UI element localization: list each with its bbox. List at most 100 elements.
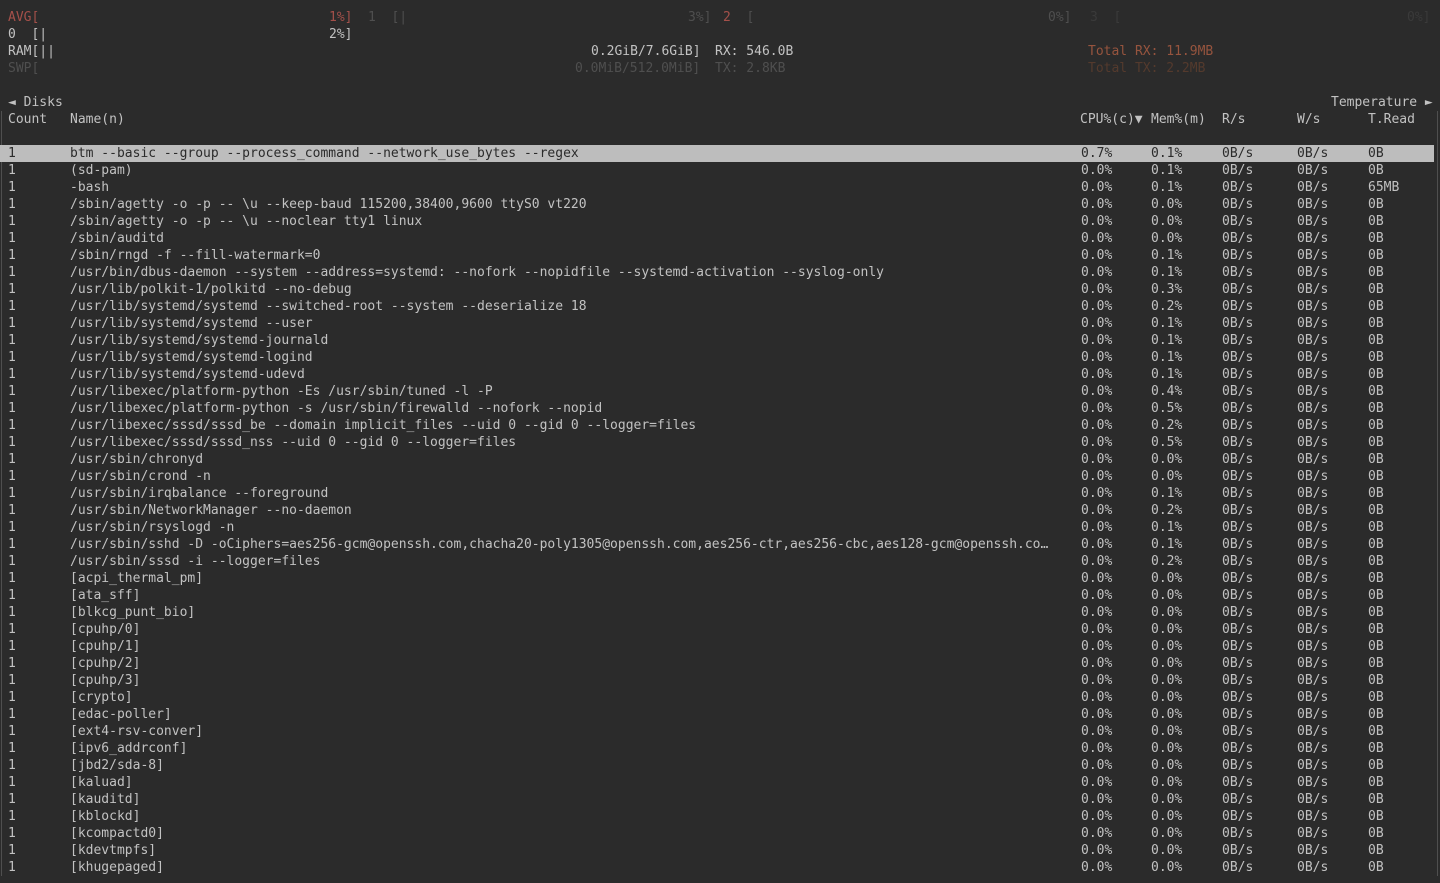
cpu0-percent: 2%]	[329, 26, 352, 43]
process-row[interactable]: 1(sd-pam)0.0%0.1%0B/s0B/s0B	[0, 162, 1434, 179]
process-row[interactable]: 1[cpuhp/3]0.0%0.0%0B/s0B/s0B	[0, 672, 1434, 689]
cell-ws: 0B/s	[1297, 519, 1328, 536]
process-row[interactable]: 1/usr/lib/systemd/systemd-udevd0.0%0.1%0…	[0, 366, 1434, 383]
cell-name: /usr/lib/polkit-1/polkitd --no-debug	[70, 281, 1074, 298]
process-row[interactable]: 1btm --basic --group --process_command -…	[0, 145, 1434, 162]
process-row[interactable]: 1/usr/sbin/sshd -D -oCiphers=aes256-gcm@…	[0, 536, 1434, 553]
process-row[interactable]: 1[kaluad]0.0%0.0%0B/s0B/s0B	[0, 774, 1434, 791]
cell-rs: 0B/s	[1222, 281, 1253, 298]
process-row[interactable]: 1/sbin/rngd -f --fill-watermark=00.0%0.1…	[0, 247, 1434, 264]
process-row[interactable]: 1[edac-poller]0.0%0.0%0B/s0B/s0B	[0, 706, 1434, 723]
process-row[interactable]: 1/usr/lib/systemd/systemd-logind0.0%0.1%…	[0, 349, 1434, 366]
cell-ws: 0B/s	[1297, 859, 1328, 876]
process-row[interactable]: 1[acpi_thermal_pm]0.0%0.0%0B/s0B/s0B	[0, 570, 1434, 587]
process-row[interactable]: 1/usr/sbin/crond -n0.0%0.0%0B/s0B/s0B	[0, 468, 1434, 485]
cell-mem: 0.0%	[1151, 825, 1182, 842]
cell-tread: 0B	[1368, 553, 1384, 570]
process-row[interactable]: 1[crypto]0.0%0.0%0B/s0B/s0B	[0, 689, 1434, 706]
process-row[interactable]: 1[kcompactd0]0.0%0.0%0B/s0B/s0B	[0, 825, 1434, 842]
cell-count: 1	[8, 825, 16, 842]
cell-cpu: 0.0%	[1081, 689, 1112, 706]
column-header-mem[interactable]: Mem%(m)	[1151, 111, 1206, 128]
cell-tread: 0B	[1368, 145, 1384, 162]
cell-count: 1	[8, 213, 16, 230]
process-row[interactable]: 1[kblockd]0.0%0.0%0B/s0B/s0B	[0, 808, 1434, 825]
cell-mem: 0.2%	[1151, 298, 1182, 315]
process-row[interactable]: 1/usr/libexec/platform-python -Es /usr/s…	[0, 383, 1434, 400]
process-row[interactable]: 1/usr/sbin/chronyd0.0%0.0%0B/s0B/s0B	[0, 451, 1434, 468]
cell-cpu: 0.0%	[1081, 332, 1112, 349]
process-row[interactable]: 1-bash0.0%0.1%0B/s0B/s65MB	[0, 179, 1434, 196]
process-row[interactable]: 1/usr/libexec/sssd/sssd_nss --uid 0 --gi…	[0, 434, 1434, 451]
process-row[interactable]: 1/usr/lib/polkit-1/polkitd --no-debug0.0…	[0, 281, 1434, 298]
process-row[interactable]: 1/sbin/agetty -o -p -- \u --keep-baud 11…	[0, 196, 1434, 213]
cell-tread: 0B	[1368, 485, 1384, 502]
process-row[interactable]: 1/usr/lib/systemd/systemd --user0.0%0.1%…	[0, 315, 1434, 332]
cell-cpu: 0.0%	[1081, 434, 1112, 451]
process-row[interactable]: 1[khugepaged]0.0%0.0%0B/s0B/s0B	[0, 859, 1434, 876]
cell-tread: 0B	[1368, 332, 1384, 349]
cell-count: 1	[8, 757, 16, 774]
process-row[interactable]: 1[jbd2/sda-8]0.0%0.0%0B/s0B/s0B	[0, 757, 1434, 774]
process-row[interactable]: 1[cpuhp/1]0.0%0.0%0B/s0B/s0B	[0, 638, 1434, 655]
cell-name: [kcompactd0]	[70, 825, 1074, 842]
process-row[interactable]: 1[ipv6_addrconf]0.0%0.0%0B/s0B/s0B	[0, 740, 1434, 757]
cell-mem: 0.2%	[1151, 417, 1182, 434]
cell-cpu: 0.0%	[1081, 536, 1112, 553]
cell-tread: 0B	[1368, 825, 1384, 842]
process-row[interactable]: 1[cpuhp/0]0.0%0.0%0B/s0B/s0B	[0, 621, 1434, 638]
process-row[interactable]: 1/usr/lib/systemd/systemd-journald0.0%0.…	[0, 332, 1434, 349]
cell-cpu: 0.0%	[1081, 383, 1112, 400]
cell-tread: 0B	[1368, 264, 1384, 281]
cell-ws: 0B/s	[1297, 230, 1328, 247]
cell-name: /usr/libexec/platform-python -s /usr/sbi…	[70, 400, 1074, 417]
cell-name: [cpuhp/2]	[70, 655, 1074, 672]
cell-tread: 0B	[1368, 451, 1384, 468]
cell-cpu: 0.0%	[1081, 842, 1112, 859]
cell-rs: 0B/s	[1222, 706, 1253, 723]
process-row[interactable]: 1/usr/sbin/irqbalance --foreground0.0%0.…	[0, 485, 1434, 502]
process-row[interactable]: 1/usr/lib/systemd/systemd --switched-roo…	[0, 298, 1434, 315]
cell-cpu: 0.0%	[1081, 791, 1112, 808]
process-row[interactable]: 1/usr/libexec/platform-python -s /usr/sb…	[0, 400, 1434, 417]
column-header-ws[interactable]: W/s	[1297, 111, 1320, 128]
cell-tread: 0B	[1368, 468, 1384, 485]
process-row[interactable]: 1/usr/bin/dbus-daemon --system --address…	[0, 264, 1434, 281]
cell-mem: 0.0%	[1151, 808, 1182, 825]
process-row[interactable]: 1/usr/libexec/sssd/sssd_be --domain impl…	[0, 417, 1434, 434]
column-header-tread[interactable]: T.Read	[1368, 111, 1415, 128]
process-row[interactable]: 1/usr/sbin/NetworkManager --no-daemon0.0…	[0, 502, 1434, 519]
process-row[interactable]: 1/usr/sbin/rsyslogd -n0.0%0.1%0B/s0B/s0B	[0, 519, 1434, 536]
process-row[interactable]: 1[cpuhp/2]0.0%0.0%0B/s0B/s0B	[0, 655, 1434, 672]
cpu1-gauge-label: 1 [|	[368, 9, 407, 26]
cell-rs: 0B/s	[1222, 502, 1253, 519]
cell-rs: 0B/s	[1222, 332, 1253, 349]
process-row[interactable]: 1[blkcg_punt_bio]0.0%0.0%0B/s0B/s0B	[0, 604, 1434, 621]
nav-prev-widget-disks[interactable]: ◄ Disks	[8, 94, 63, 111]
column-header-cpu[interactable]: CPU%(c)▼	[1080, 111, 1143, 128]
nav-prev-label: Disks	[24, 95, 63, 110]
cell-rs: 0B/s	[1222, 621, 1253, 638]
process-row[interactable]: 1[ata_sff]0.0%0.0%0B/s0B/s0B	[0, 587, 1434, 604]
cell-name: /sbin/auditd	[70, 230, 1074, 247]
column-header-count[interactable]: Count	[8, 111, 47, 128]
nav-next-widget-temperature[interactable]: Temperature ►	[1331, 94, 1433, 111]
cell-cpu: 0.0%	[1081, 349, 1112, 366]
column-header-rs[interactable]: R/s	[1222, 111, 1245, 128]
cell-name: [khugepaged]	[70, 859, 1074, 876]
cell-ws: 0B/s	[1297, 485, 1328, 502]
cell-rs: 0B/s	[1222, 570, 1253, 587]
process-row[interactable]: 1[ext4-rsv-conver]0.0%0.0%0B/s0B/s0B	[0, 723, 1434, 740]
column-header-name[interactable]: Name(n)	[70, 111, 125, 128]
cell-mem: 0.2%	[1151, 553, 1182, 570]
cell-ws: 0B/s	[1297, 434, 1328, 451]
process-row[interactable]: 1/sbin/auditd0.0%0.0%0B/s0B/s0B	[0, 230, 1434, 247]
cell-tread: 0B	[1368, 689, 1384, 706]
process-row[interactable]: 1/usr/sbin/sssd -i --logger=files0.0%0.2…	[0, 553, 1434, 570]
cell-rs: 0B/s	[1222, 400, 1253, 417]
process-row[interactable]: 1[kauditd]0.0%0.0%0B/s0B/s0B	[0, 791, 1434, 808]
cell-tread: 0B	[1368, 723, 1384, 740]
cell-mem: 0.3%	[1151, 281, 1182, 298]
process-row[interactable]: 1/sbin/agetty -o -p -- \u --noclear tty1…	[0, 213, 1434, 230]
process-row[interactable]: 1[kdevtmpfs]0.0%0.0%0B/s0B/s0B	[0, 842, 1434, 859]
